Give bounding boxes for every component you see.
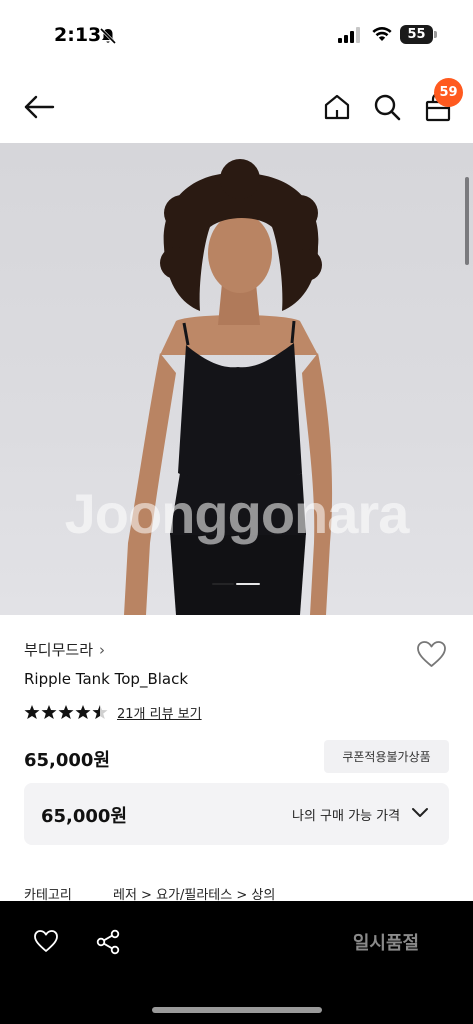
heart-outline-icon[interactable] (416, 640, 447, 668)
back-arrow-icon[interactable] (22, 92, 56, 122)
wifi-icon (372, 27, 392, 41)
category-breadcrumb[interactable]: 레저 > 요가/필라테스 > 상의 (113, 884, 275, 902)
product-name: Ripple Tank Top_Black (24, 670, 189, 688)
status-bar: 2:13 55 (0, 0, 473, 70)
star-half-icon (92, 705, 108, 719)
coupon-status-badge: 쿠폰적용불가상품 (324, 740, 449, 773)
star-full-icon (58, 705, 74, 719)
chevron-right-icon: › (99, 641, 106, 659)
gallery-scrollbar[interactable] (465, 177, 469, 265)
pagination-dot[interactable] (212, 583, 234, 585)
top-navigation (0, 80, 473, 136)
star-rating (24, 704, 108, 720)
category-label: 카테고리 (24, 888, 72, 902)
brand-link[interactable]: 부디무드라 › (24, 639, 105, 660)
chevron-down-icon (412, 808, 428, 817)
my-price-dropdown[interactable]: 65,000원 나의 구매 가능 가격 (24, 783, 449, 845)
home-icon[interactable] (322, 92, 352, 122)
cellular-signal-icon (338, 27, 360, 43)
bell-off-icon (99, 27, 117, 45)
my-price-value: 65,000원 (41, 806, 128, 827)
category-row: 카테고리 레저 > 요가/필라테스 > 상의 (24, 884, 464, 902)
sold-out-button[interactable]: 일시품절 (330, 927, 442, 957)
rating-row: 21개 리뷰 보기 (24, 702, 202, 722)
home-indicator (152, 1007, 322, 1013)
brand-name: 부디무드라 (24, 641, 94, 659)
product-image-gallery[interactable]: Joonggonara (0, 143, 473, 615)
heart-outline-icon[interactable] (33, 929, 59, 953)
battery-tip (434, 31, 437, 38)
share-icon[interactable] (96, 929, 120, 955)
cart-count-badge: 59 (434, 78, 463, 107)
watermark-text: Joonggonara (64, 482, 410, 545)
bottom-action-bar: 일시품절 (0, 901, 473, 1024)
star-full-icon (75, 705, 91, 719)
product-price: 65,000원 (24, 750, 111, 771)
status-time: 2:13 (54, 24, 102, 46)
battery-indicator: 55 (400, 25, 433, 44)
pagination-dot-active[interactable] (236, 583, 260, 585)
star-full-icon (24, 705, 40, 719)
review-link[interactable]: 21개 리뷰 보기 (117, 703, 202, 722)
my-price-label: 나의 구매 가능 가격 (292, 809, 401, 824)
search-icon[interactable] (372, 92, 402, 122)
gallery-pagination (212, 583, 262, 586)
star-full-icon (41, 705, 57, 719)
